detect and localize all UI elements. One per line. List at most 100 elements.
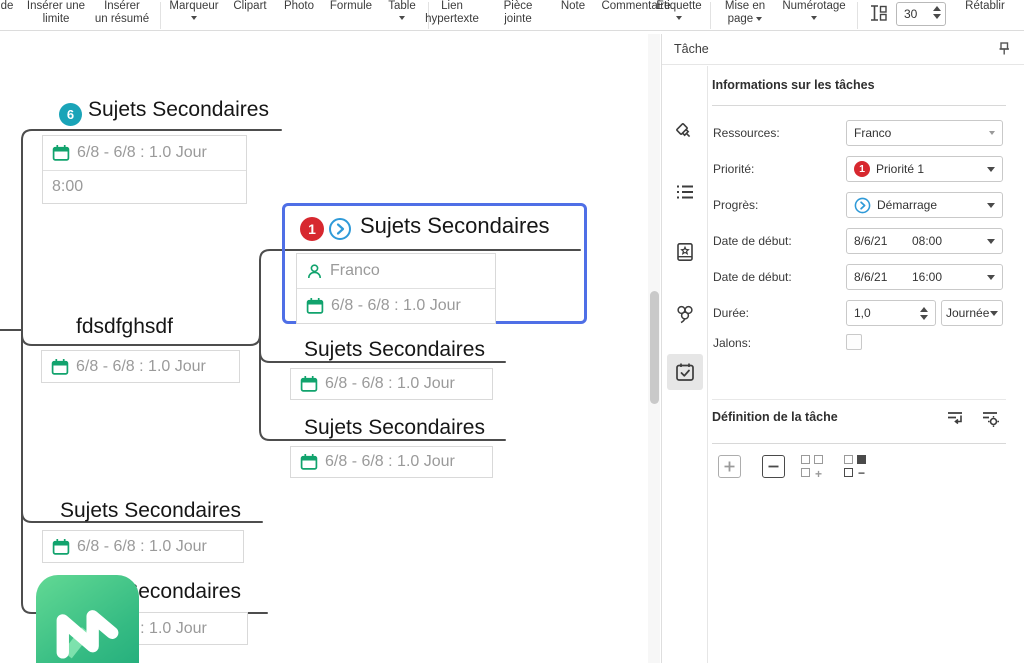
topic-title: Sujets Secondaires [304, 338, 485, 362]
tab-outline[interactable] [667, 174, 703, 210]
calendar-icon [51, 358, 69, 376]
toolbar-separator [710, 2, 711, 29]
insert-boundary-button[interactable]: Insérer unelimite [12, 0, 100, 26]
redo-button[interactable]: Rétablir [950, 0, 1020, 13]
topic-title: Sujets Secondaires [60, 499, 241, 523]
task-sort-icon[interactable] [945, 408, 965, 431]
task-detail-card: 6/8 - 6/8 : 1.0 Jour [42, 530, 244, 563]
progress-select[interactable]: Démarrage [846, 192, 1003, 218]
hyperlink-button[interactable]: Lienhypertexte [420, 0, 484, 26]
numbering-button[interactable]: Numérotage [776, 0, 852, 20]
chevron-down-icon [989, 131, 995, 135]
panel-header: Tâche [662, 34, 1024, 65]
spin-up-icon[interactable] [933, 6, 941, 11]
pin-icon[interactable] [996, 41, 1012, 60]
topic-title: Sujets Secondaires [360, 213, 550, 239]
task-detail-card: 6/8 - 6/8 : 1.0 Jour [290, 368, 493, 400]
task-settings-icon[interactable] [980, 408, 1000, 431]
panel-title: Tâche [674, 42, 709, 56]
priority-label: Priorité: [713, 162, 754, 176]
mindmaster-logo [36, 575, 139, 663]
label-button[interactable]: Étiquette [650, 0, 708, 20]
task-detail-card: Franco 6/8 - 6/8 : 1.0 Jour [296, 253, 496, 324]
calendar-check-icon [674, 361, 696, 383]
task-panel-content: Informations sur les tâches Ressources: … [708, 66, 1024, 663]
calendar-icon [300, 375, 318, 393]
chevron-down-icon [191, 16, 197, 20]
calendar-icon [306, 297, 324, 315]
list-icon [674, 181, 696, 203]
chevron-down-icon [399, 16, 405, 20]
table-button[interactable]: Table [380, 0, 424, 20]
calendar-icon [52, 538, 70, 556]
divider [712, 443, 1006, 444]
task-time: 8:00 [52, 178, 83, 196]
note-button[interactable]: Note [554, 0, 592, 13]
spin-up-icon[interactable] [920, 307, 928, 312]
end-date-select[interactable]: 8/6/21 16:00 [846, 264, 1003, 290]
priority-badge: 1 [854, 161, 870, 177]
mindmap-canvas[interactable]: 6 Sujets Secondaires 6/8 - 6/8 : 1.0 Jou… [0, 34, 661, 663]
ribbon-toolbar: de Insérer unelimite Insérerun résumé Ma… [0, 0, 1024, 31]
canvas-scrollbar-thumb[interactable] [650, 291, 659, 404]
end-date-label: Date de début: [713, 270, 792, 284]
progress-start-icon [328, 217, 352, 241]
task-date: 6/8 - 6/8 : 1.0 Jour [77, 538, 207, 556]
chevron-down-icon [756, 17, 762, 21]
person-icon [306, 263, 323, 280]
topic-spacing-icon [866, 2, 888, 27]
tab-theme-format[interactable] [667, 114, 703, 150]
toolbar-separator [160, 2, 161, 29]
mindmaster-app: de Insérer unelimite Insérerun résumé Ma… [0, 0, 1024, 663]
tab-style-library[interactable] [667, 234, 703, 270]
remove-task-group-icon[interactable]: − [844, 455, 868, 479]
clipart-button[interactable]: Clipart [228, 0, 272, 13]
chevron-down-icon [987, 275, 995, 280]
section-title: Définition de la tâche [712, 410, 838, 424]
milestones-checkbox[interactable] [846, 334, 862, 350]
book-star-icon [674, 241, 696, 263]
task-date: 6/8 - 6/8 : 1.0 Jour [77, 144, 207, 162]
priority-select[interactable]: 1 Priorité 1 [846, 156, 1003, 182]
photo-button[interactable]: Photo [279, 0, 319, 13]
progress-start-icon [854, 197, 871, 214]
start-date-select[interactable]: 8/6/21 08:00 [846, 228, 1003, 254]
chevron-down-icon [811, 16, 817, 20]
spin-down-icon[interactable] [920, 315, 928, 320]
add-task-group-icon[interactable]: + [801, 455, 825, 479]
attachment-button[interactable]: Piècejointe [492, 0, 544, 26]
marker-button[interactable]: Marqueur [164, 0, 224, 20]
chevron-down-icon [676, 16, 682, 20]
duration-input[interactable]: 1,0 [846, 300, 936, 326]
tab-clover[interactable] [667, 296, 703, 332]
start-date-label: Date de début: [713, 234, 792, 248]
duration-unit-select[interactable]: Journée de t [941, 300, 1003, 326]
topic-title: fdsdfghsdf [76, 315, 173, 339]
spacing-value-input[interactable]: 30 [896, 2, 946, 26]
task-count-badge: 6 [59, 103, 82, 126]
topic-title: Sujets Secondaires [304, 416, 485, 440]
resources-label: Ressources: [713, 126, 780, 140]
chevron-down-icon [990, 311, 998, 316]
divider [712, 105, 1006, 106]
formula-button[interactable]: Formule [325, 0, 377, 13]
task-date: 6/8 - 6/8 : 1.0 Jour [331, 297, 461, 315]
task-panel: Tâche Informations sur les tâches [661, 34, 1024, 663]
topic-title: Sujets Secondaires [88, 98, 269, 122]
resources-select[interactable]: Franco [846, 120, 1003, 146]
page-layout-button[interactable]: Mise enpage [714, 0, 776, 26]
add-subtask-button[interactable] [718, 455, 741, 478]
section-title: Informations sur les tâches [712, 78, 875, 92]
divider [712, 399, 1006, 400]
chevron-down-icon [987, 167, 995, 172]
remove-subtask-button[interactable] [762, 455, 785, 478]
spin-down-icon[interactable] [933, 14, 941, 19]
chevron-down-icon [987, 239, 995, 244]
toolbar-separator [857, 2, 858, 29]
progress-label: Progrès: [713, 198, 758, 212]
task-date: 6/8 - 6/8 : 1.0 Jour [325, 375, 455, 393]
task-detail-card: 6/8 - 6/8 : 1.0 Jour [290, 446, 493, 478]
panel-tab-strip [662, 66, 708, 663]
tab-task[interactable] [667, 354, 703, 390]
insert-summary-button[interactable]: Insérerun résumé [90, 0, 154, 26]
